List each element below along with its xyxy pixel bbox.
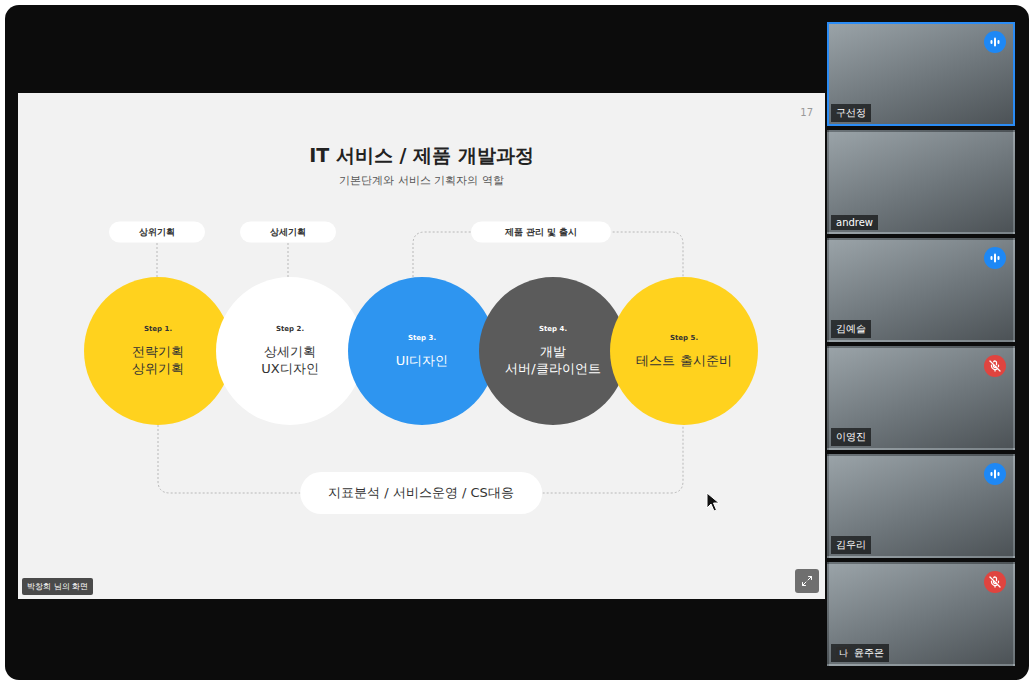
speaking-badge bbox=[984, 247, 1006, 269]
step-circle: Step 2.상세기획UX디자인 bbox=[216, 277, 364, 425]
mic-off-icon bbox=[989, 576, 1001, 588]
phase-label: 상위기획 bbox=[109, 222, 205, 243]
participant-name: 김우리 bbox=[831, 536, 871, 554]
step-circle: Step 4.개발서버/클라이언트 bbox=[479, 277, 627, 425]
participant-tile[interactable]: 구선정 bbox=[827, 22, 1015, 126]
mouse-cursor-icon bbox=[706, 492, 720, 512]
speaking-icon bbox=[989, 468, 1001, 480]
participant-name: 김예슬 bbox=[831, 320, 871, 338]
phase-label: 상세기획 bbox=[240, 222, 336, 243]
slide-title: IT 서비스 / 제품 개발과정 bbox=[309, 143, 533, 167]
participant-tile[interactable]: 김예슬 bbox=[827, 238, 1015, 342]
process-diagram: Step 1.전략기획상위기획Step 2.상세기획UX디자인Step 3.UI… bbox=[18, 213, 825, 523]
participant-list: 구선정 andrew 김예슬이영진김우리나윤주은 bbox=[827, 22, 1015, 670]
participant-name: 구선정 bbox=[831, 104, 871, 122]
step-circle: Step 3.UI디자인 bbox=[348, 277, 496, 425]
step-circle: Step 5.테스트 출시준비 bbox=[610, 277, 758, 425]
page-number: 17 bbox=[800, 107, 813, 118]
speaking-badge bbox=[984, 31, 1006, 53]
expand-icon bbox=[801, 575, 813, 587]
speaking-icon bbox=[989, 252, 1001, 264]
participant-tile[interactable]: 나윤주은 bbox=[827, 562, 1015, 666]
participant-tile[interactable]: 이영진 bbox=[827, 346, 1015, 450]
participant-name: 나윤주은 bbox=[831, 644, 889, 662]
step-circle: Step 1.전략기획상위기획 bbox=[84, 277, 232, 425]
participant-tile[interactable]: andrew bbox=[827, 130, 1015, 234]
meeting-window: 17 IT 서비스 / 제품 개발과정기본단계와 서비스 기획자의 역할 Step … bbox=[0, 0, 1034, 685]
slide-subtitle: 기본단계와 서비스 기획자의 역할 bbox=[339, 173, 504, 189]
me-tag: 나 bbox=[836, 647, 851, 660]
speaking-icon bbox=[989, 36, 1001, 48]
screen-owner-label: 박창희 님의 화면 bbox=[22, 578, 93, 595]
participant-tile[interactable]: 김우리 bbox=[827, 454, 1015, 558]
expand-button[interactable] bbox=[795, 569, 819, 593]
participant-name: andrew bbox=[831, 215, 878, 230]
speaking-badge bbox=[984, 463, 1006, 485]
slide: 17 IT 서비스 / 제품 개발과정기본단계와 서비스 기획자의 역할 Step … bbox=[18, 93, 825, 599]
mic-muted-badge bbox=[984, 571, 1006, 593]
participant-name: 이영진 bbox=[831, 428, 871, 446]
mic-off-icon bbox=[989, 360, 1001, 372]
footer-pill: 지표분석 / 서비스운영 / CS대응 bbox=[300, 472, 542, 514]
phase-label: 제품 관리 및 출시 bbox=[471, 222, 611, 243]
shared-screen: 17 IT 서비스 / 제품 개발과정기본단계와 서비스 기획자의 역할 Step … bbox=[18, 22, 825, 670]
mic-muted-badge bbox=[984, 355, 1006, 377]
meeting-frame: 17 IT 서비스 / 제품 개발과정기본단계와 서비스 기획자의 역할 Step … bbox=[5, 5, 1029, 680]
